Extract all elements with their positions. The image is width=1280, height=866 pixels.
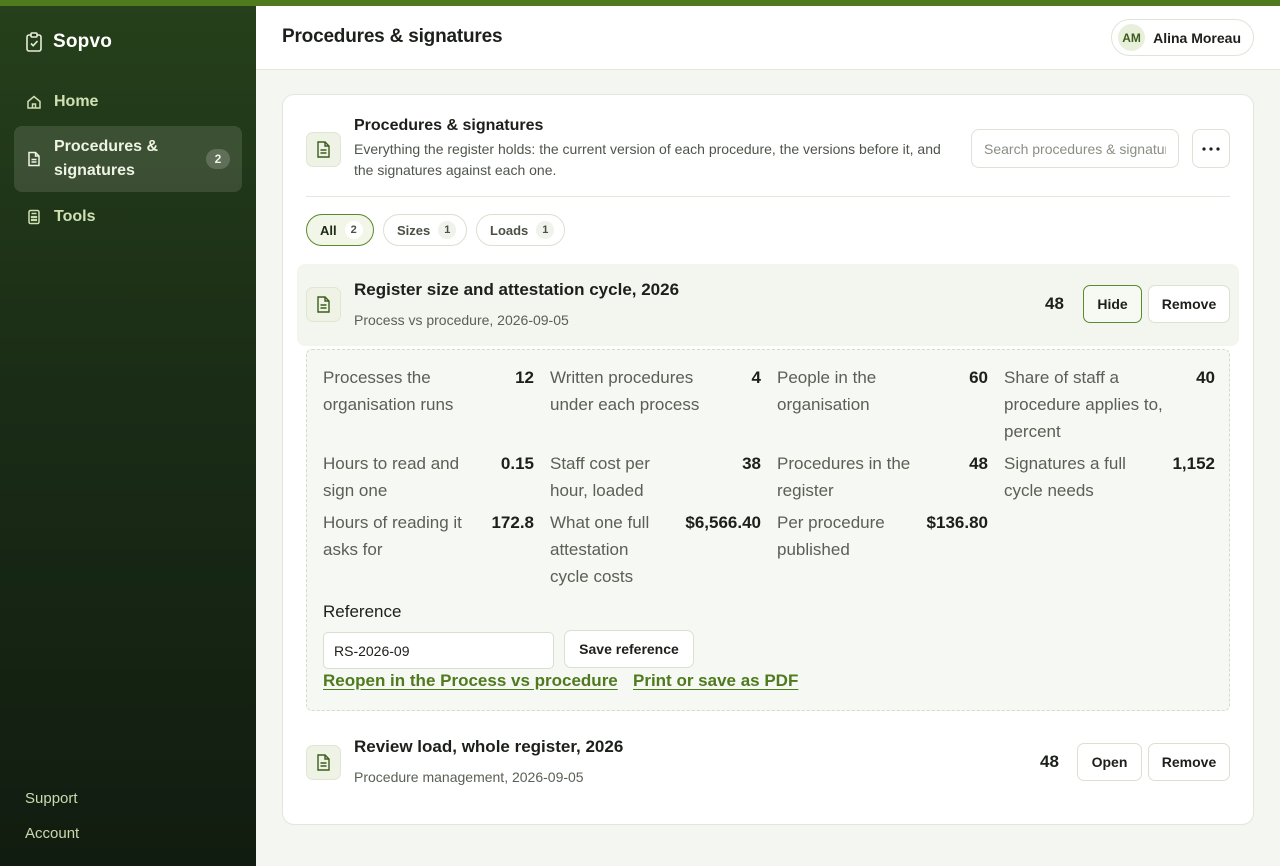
- divider: [306, 196, 1230, 197]
- item-title: Review load, whole register, 2026: [354, 737, 624, 756]
- metric-label: Share of staff a procedure applies to, p…: [1004, 368, 1163, 441]
- reference-label: Reference: [323, 602, 402, 621]
- item-subtitle: Process vs procedure, 2026-09-05: [354, 312, 569, 328]
- metric-label: Staff cost per hour, loaded: [550, 454, 650, 500]
- list-item[interactable]: Register size and attestation cycle, 202…: [297, 264, 1239, 346]
- item-title: Register size and attestation cycle, 202…: [354, 280, 680, 299]
- remove-button[interactable]: Remove: [1148, 743, 1230, 781]
- page-header: Procedures & signatures AM Alina Moreau: [256, 6, 1280, 70]
- user-menu[interactable]: AM Alina Moreau: [1111, 19, 1254, 56]
- metric-value: 4: [751, 368, 761, 387]
- avatar: AM: [1118, 24, 1146, 51]
- metric-label: Procedures in the register: [777, 454, 911, 500]
- more-horizontal-icon: [1202, 146, 1220, 151]
- page-title: Procedures & signatures: [282, 26, 503, 47]
- account-link[interactable]: Account: [25, 825, 79, 842]
- search-input[interactable]: [971, 129, 1179, 168]
- metric-label: Written procedures under each process: [550, 368, 700, 414]
- metric: Staff cost per hour, loaded 38: [550, 450, 761, 504]
- metric: Signatures a full cycle needs 1,152: [1004, 450, 1215, 504]
- metric-value: 1,152: [1172, 454, 1215, 473]
- metric: Hours to read and sign one 0.15: [323, 450, 534, 504]
- print-pdf-link[interactable]: Print or save as PDF: [633, 671, 798, 691]
- metric-value: $136.80: [926, 513, 988, 532]
- metric-label: People in the organisation: [777, 368, 877, 414]
- sidebar-item-tools[interactable]: Tools: [14, 201, 242, 233]
- metric: People in the organisation 60: [777, 364, 988, 418]
- home-icon: [27, 95, 41, 109]
- reference-input[interactable]: [323, 632, 554, 669]
- filter-count: 1: [536, 221, 555, 239]
- document-icon: [306, 745, 341, 780]
- nav-count-badge: 2: [206, 149, 230, 169]
- metric: Hours of reading it asks for 172.8: [323, 509, 534, 563]
- filter-loads[interactable]: Loads 1: [476, 214, 566, 246]
- metric-value: 12: [515, 368, 534, 387]
- metric: Processes the organisation runs 12: [323, 364, 534, 418]
- card-title: Procedures & signatures: [354, 117, 544, 134]
- list-item[interactable]: Review load, whole register, 2026 Proced…: [297, 725, 1239, 805]
- metric-label: Processes the organisation runs: [323, 368, 454, 414]
- metric-value: 38: [742, 454, 761, 473]
- filter-label: Loads: [490, 222, 529, 238]
- hide-button[interactable]: Hide: [1083, 285, 1142, 323]
- item-details: Processes the organisation runs 12 Writt…: [306, 349, 1230, 711]
- top-accent-bar: [0, 0, 1280, 6]
- support-link[interactable]: Support: [25, 790, 78, 807]
- metric-value: 48: [969, 454, 988, 473]
- procedures-card: Procedures & signatures Everything the r…: [282, 94, 1254, 825]
- metric: Share of staff a procedure applies to, p…: [1004, 364, 1215, 445]
- document-icon: [306, 132, 341, 167]
- metric: Per procedure published $136.80: [777, 509, 988, 563]
- more-options-button[interactable]: [1192, 129, 1230, 168]
- clipboard-check-icon: [26, 32, 42, 52]
- filter-label: Sizes: [397, 222, 431, 238]
- remove-button[interactable]: Remove: [1148, 285, 1230, 323]
- calculator-icon: [28, 209, 40, 225]
- metric-value: 40: [1196, 368, 1215, 387]
- metric: What one full attestation cycle costs $6…: [550, 509, 761, 590]
- item-count: 48: [1045, 294, 1064, 313]
- metric: Procedures in the register 48: [777, 450, 988, 504]
- filter-all[interactable]: All 2: [306, 214, 374, 246]
- sidebar-item-label: Tools: [54, 208, 96, 225]
- sidebar-item-home[interactable]: Home: [14, 86, 242, 118]
- save-reference-button[interactable]: Save reference: [564, 630, 694, 668]
- filter-label: All: [320, 222, 337, 238]
- user-name: Alina Moreau: [1153, 29, 1241, 46]
- card-description: Everything the register holds: the curre…: [354, 141, 941, 178]
- item-subtitle: Procedure management, 2026-09-05: [354, 769, 584, 785]
- filter-count: 2: [344, 221, 363, 239]
- filter-count: 1: [438, 221, 457, 239]
- metric-value: 60: [969, 368, 988, 387]
- open-button[interactable]: Open: [1077, 743, 1142, 781]
- metric-value: 172.8: [491, 513, 534, 532]
- sidebar-item-procedures[interactable]: Procedures & signatures 2: [14, 126, 242, 192]
- item-count: 48: [1040, 752, 1059, 771]
- metric-value: 0.15: [500, 454, 534, 473]
- reopen-link[interactable]: Reopen in the Process vs procedure: [323, 671, 618, 691]
- metric: Written procedures under each process 4: [550, 364, 761, 418]
- sidebar-item-label: Home: [54, 93, 99, 110]
- brand-name: Sopvo: [53, 31, 113, 52]
- document-icon: [306, 287, 341, 322]
- filter-sizes[interactable]: Sizes 1: [383, 214, 468, 246]
- metric-value: $6,566.40: [685, 513, 761, 532]
- document-icon: [28, 151, 40, 167]
- sidebar: Sopvo Home Procedures & signatures 2 Too…: [0, 0, 256, 866]
- sidebar-item-label: Procedures & signatures: [54, 138, 159, 179]
- brand[interactable]: Sopvo: [25, 31, 112, 53]
